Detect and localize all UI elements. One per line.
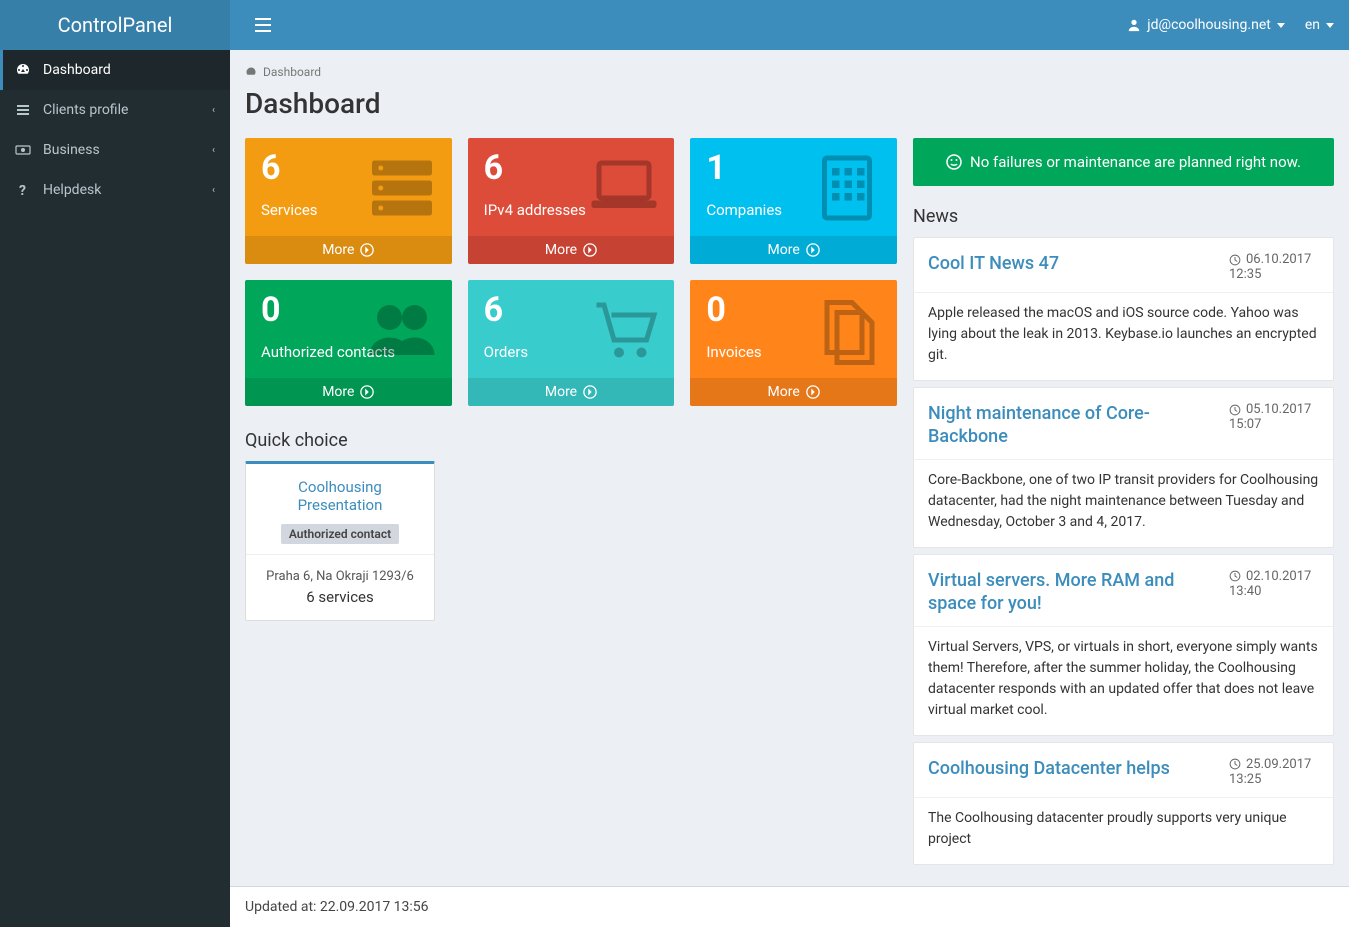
tile-more-link[interactable]: More [245,378,452,406]
news-body: Virtual Servers, VPS, or virtuals in sho… [914,626,1333,735]
news-item: Coolhousing Datacenter helps 25.09.2017 … [913,742,1334,865]
news-item: Night maintenance of Core-Backbone 05.10… [913,387,1334,548]
quick-choice-heading: Quick choice [245,430,897,451]
svg-text:?: ? [19,183,26,198]
sidebar: ControlPanel Dashboard Clients profile ‹ [0,0,230,927]
breadcrumb-label: Dashboard [263,65,321,79]
clock-icon [1229,758,1241,770]
menu-toggle-button[interactable] [245,13,281,37]
arrow-right-circle-icon [806,243,820,257]
chevron-left-icon: ‹ [212,105,215,116]
arrow-right-circle-icon [360,385,374,399]
sidebar-item-label: Helpdesk [43,182,212,198]
sidebar-item-label: Business [43,142,212,158]
tile-more-link[interactable]: More [468,236,675,264]
sidebar-item-clients-profile[interactable]: Clients profile ‹ [0,90,230,130]
news-item: Cool IT News 47 06.10.2017 12:35 Apple r… [913,237,1334,381]
tile-companies[interactable]: 1 Companies More [690,138,897,264]
building-icon [807,148,887,228]
tile-more-link[interactable]: More [468,378,675,406]
list-icon [15,102,35,118]
smile-icon [946,154,962,170]
quick-choice-card: Coolhousing Presentation Authorized cont… [245,461,435,621]
user-email: jd@coolhousing.net [1147,17,1271,33]
news-body: The Coolhousing datacenter proudly suppo… [914,797,1333,864]
news-timestamp: 25.09.2017 13:25 [1229,757,1319,787]
news-timestamp: 05.10.2017 15:07 [1229,402,1319,449]
chevron-left-icon: ‹ [212,145,215,156]
footer: Updated at: 22.09.2017 13:56 [230,886,1349,927]
tile-more-link[interactable]: More [690,378,897,406]
topbar: jd@coolhousing.net en [230,0,1349,50]
dashboard-icon [245,66,257,78]
sidebar-item-business[interactable]: Business ‹ [0,130,230,170]
language-label: en [1305,17,1320,33]
sidebar-item-dashboard[interactable]: Dashboard [0,50,230,90]
news-item: Virtual servers. More RAM and space for … [913,554,1334,736]
arrow-right-circle-icon [583,243,597,257]
server-icon [362,148,442,228]
quick-choice-link[interactable]: Coolhousing Presentation [256,478,424,514]
user-icon [1127,18,1141,32]
chevron-left-icon: ‹ [212,185,215,196]
news-timestamp: 02.10.2017 13:40 [1229,569,1319,616]
quick-choice-services: 6 services [256,588,424,606]
tile-authorized-contacts[interactable]: 0 Authorized contacts More [245,280,452,406]
caret-down-icon [1326,23,1334,28]
tile-more-link[interactable]: More [690,236,897,264]
arrow-right-circle-icon [583,385,597,399]
question-icon: ? [15,182,35,198]
arrow-right-circle-icon [360,243,374,257]
tile-ipv4[interactable]: 6 IPv4 addresses More [468,138,675,264]
tile-invoices[interactable]: 0 Invoices More [690,280,897,406]
news-title-link[interactable]: Cool IT News 47 [928,252,1217,282]
news-timestamp: 06.10.2017 12:35 [1229,252,1319,282]
quick-choice-address: Praha 6, Na Okraji 1293/6 [256,569,424,584]
user-menu[interactable]: jd@coolhousing.net [1127,17,1285,33]
news-body: Core-Backbone, one of two IP transit pro… [914,459,1333,547]
users-icon [362,290,442,370]
clock-icon [1229,404,1241,416]
status-banner: No failures or maintenance are planned r… [913,138,1334,186]
stat-tiles: 6 Services More [245,138,897,406]
sidebar-nav: Dashboard Clients profile ‹ Business ‹ ? [0,50,230,210]
money-icon [15,142,35,158]
clock-icon [1229,570,1241,582]
tile-more-link[interactable]: More [245,236,452,264]
breadcrumb: Dashboard [245,65,1334,79]
news-title-link[interactable]: Night maintenance of Core-Backbone [928,402,1217,449]
tile-services[interactable]: 6 Services More [245,138,452,264]
caret-down-icon [1277,23,1285,28]
news-body: Apple released the macOS and iOS source … [914,292,1333,380]
tile-orders[interactable]: 6 Orders More [468,280,675,406]
brand-logo[interactable]: ControlPanel [0,0,230,50]
page-title: Dashboard [245,87,1334,120]
sidebar-item-label: Clients profile [43,102,212,118]
language-menu[interactable]: en [1305,17,1334,33]
news-heading: News [913,206,1334,227]
sidebar-item-helpdesk[interactable]: ? Helpdesk ‹ [0,170,230,210]
sidebar-item-label: Dashboard [43,62,215,78]
dashboard-icon [15,62,35,78]
files-icon [807,290,887,370]
laptop-icon [584,148,664,228]
authorized-contact-badge: Authorized contact [281,524,399,544]
hamburger-icon [255,18,271,32]
news-title-link[interactable]: Virtual servers. More RAM and space for … [928,569,1217,616]
news-title-link[interactable]: Coolhousing Datacenter helps [928,757,1217,787]
footer-updated: Updated at: 22.09.2017 13:56 [245,899,429,915]
clock-icon [1229,254,1241,266]
cart-icon [584,290,664,370]
status-text: No failures or maintenance are planned r… [970,153,1301,171]
arrow-right-circle-icon [806,385,820,399]
